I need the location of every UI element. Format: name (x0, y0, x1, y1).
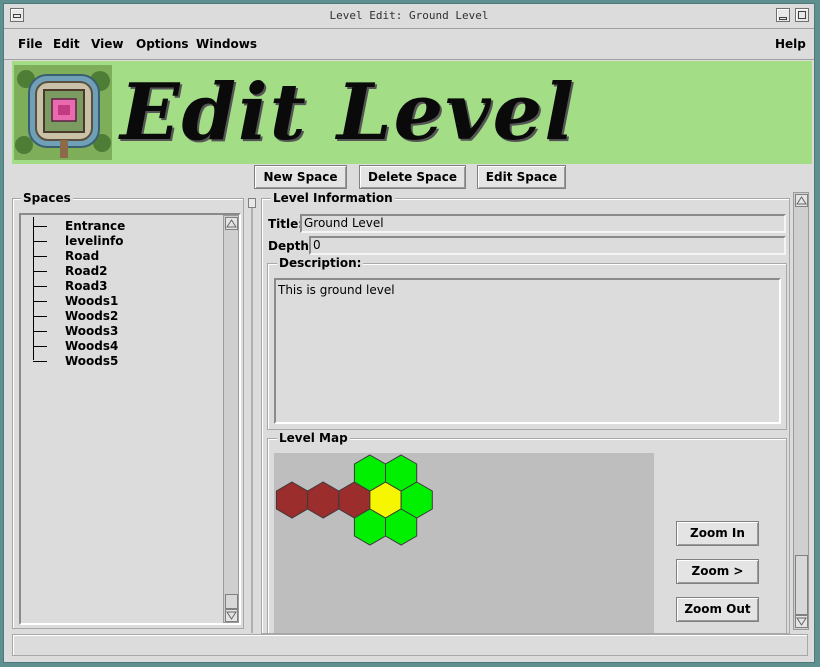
tree-item-label: Road2 (65, 264, 108, 278)
description-text: This is ground level (278, 283, 395, 297)
menu-bar: File Edit View Options Windows Help (4, 29, 814, 60)
level-info-label: Level Information (271, 191, 395, 205)
tree-branch-line (33, 256, 47, 257)
tree-item-label: Road (65, 249, 100, 263)
tree-item[interactable]: Woods2 (21, 309, 221, 324)
tree-item-label: Woods5 (65, 354, 119, 368)
tree-branch-line (33, 331, 47, 332)
tree-item-label: Woods2 (65, 309, 119, 323)
level-map-canvas[interactable] (274, 453, 654, 633)
tree-item[interactable]: Road3 (21, 279, 221, 294)
tree-branch-line (33, 226, 47, 227)
zoom-more-button[interactable]: Zoom > (676, 559, 759, 584)
tree-branch-line (33, 346, 47, 347)
zoom-in-button[interactable]: Zoom In (676, 521, 759, 546)
scroll-up-arrow-icon[interactable] (225, 217, 238, 230)
description-textarea[interactable]: This is ground level (274, 278, 781, 424)
menu-file[interactable]: File (18, 37, 43, 51)
tree-branch-line (33, 241, 47, 242)
tree-branch-line (33, 301, 47, 302)
spaces-scrollbar[interactable] (223, 215, 239, 623)
tree-item[interactable]: Entrance (21, 219, 221, 234)
scroll-thumb[interactable] (225, 594, 238, 609)
level-map-label: Level Map (277, 431, 350, 445)
tree-item-label: Woods3 (65, 324, 119, 338)
scroll-down-arrow-icon[interactable] (225, 609, 238, 622)
tree-branch-line (33, 286, 47, 287)
delete-space-button[interactable]: Delete Space (359, 165, 466, 189)
maximize-icon[interactable] (795, 8, 809, 22)
hex-cell-road[interactable] (275, 481, 309, 519)
description-label: Description: (277, 256, 364, 270)
tree-item-label: Entrance (65, 219, 126, 233)
menu-options[interactable]: Options (136, 37, 189, 51)
main-scroll-up-arrow-icon[interactable] (795, 194, 808, 207)
menu-windows[interactable]: Windows (196, 37, 257, 51)
window-title: Level Edit: Ground Level (329, 9, 489, 22)
status-bar (12, 634, 808, 656)
main-scrollbar[interactable] (793, 192, 809, 630)
tree-branch-line (33, 316, 47, 317)
new-space-button[interactable]: New Space (254, 165, 347, 189)
menu-help[interactable]: Help (775, 37, 806, 51)
title-field[interactable]: Ground Level (300, 214, 786, 233)
zoom-out-button[interactable]: Zoom Out (676, 597, 759, 622)
title-bar[interactable]: Level Edit: Ground Level (4, 4, 814, 29)
tree-item[interactable]: Woods5 (21, 354, 221, 369)
tree-item-label: Road3 (65, 279, 108, 293)
hex-cell-road[interactable] (307, 481, 340, 519)
menu-edit[interactable]: Edit (53, 37, 80, 51)
tree-item[interactable]: Road (21, 249, 221, 264)
splitter-handle[interactable] (248, 198, 256, 208)
tree-item[interactable]: Woods3 (21, 324, 221, 339)
tree-item-label: Woods4 (65, 339, 119, 353)
spaces-tree[interactable]: Entrance levelinfo Road Road2 Road3 Woods1 Woo… (19, 213, 241, 625)
main-scroll-down-arrow-icon[interactable] (795, 615, 808, 628)
tree-branch-line (33, 361, 47, 362)
castle-map-logo (14, 65, 112, 160)
tree-item[interactable]: Road2 (21, 264, 221, 279)
edit-space-button[interactable]: Edit Space (477, 165, 566, 189)
tree-item[interactable]: levelinfo (21, 234, 221, 249)
tree-item-label: Woods1 (65, 294, 119, 308)
level-edit-window: Level Edit: Ground Level File Edit View … (3, 3, 815, 663)
depth-field[interactable]: 0 (309, 236, 786, 255)
minimize-icon[interactable] (776, 8, 790, 22)
banner: Edit Level (12, 61, 812, 164)
tree-item[interactable]: Woods1 (21, 294, 221, 309)
hex-map[interactable] (274, 453, 654, 633)
tree-item[interactable]: Woods4 (21, 339, 221, 354)
spaces-label: Spaces (21, 191, 73, 205)
tree-branch-line (33, 271, 47, 272)
depth-label: Depth: (268, 239, 314, 253)
main-scroll-thumb[interactable] (795, 555, 808, 615)
title-label: Title: (268, 217, 304, 231)
tree-item-label: levelinfo (65, 234, 124, 248)
banner-title: Edit Level (120, 67, 576, 158)
menu-view[interactable]: View (91, 37, 123, 51)
splitter-line[interactable] (251, 208, 253, 633)
